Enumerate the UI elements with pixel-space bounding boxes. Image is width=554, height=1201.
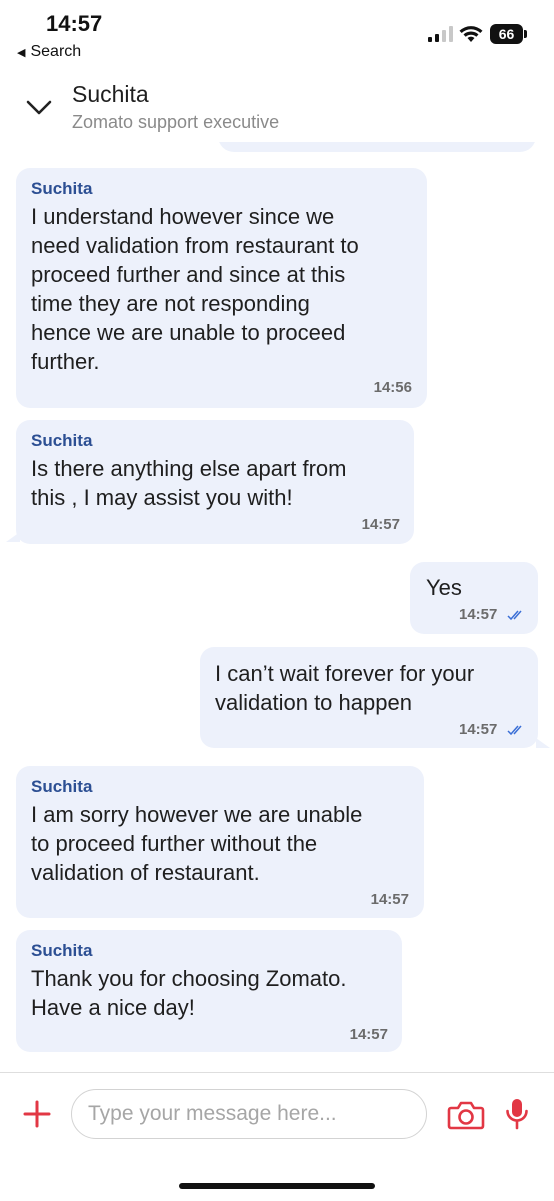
plus-icon[interactable] [22,1099,52,1129]
message-input[interactable] [71,1089,427,1139]
microphone-icon[interactable] [505,1097,529,1131]
chevron-down-icon[interactable] [24,92,54,122]
bubble-tail [536,738,550,748]
message-list[interactable]: Suchita I understand however since we ne… [0,142,554,1072]
message-time: 14:57 [370,891,409,908]
status-bar: 14:57 ◀ Search 66 [0,0,554,70]
camera-icon[interactable] [447,1099,485,1131]
contact-name: Suchita [72,81,149,107]
message-sender: Suchita [31,431,93,450]
message-bubble-outgoing[interactable]: Yes 14:57 [410,562,538,634]
message-time: 14:57 [349,1026,388,1043]
message-text: I understand however since we need valid… [31,204,359,374]
message-bubble-outgoing[interactable]: I can’t wait forever for your validation… [200,647,538,748]
battery-icon: 66 [490,24,523,44]
home-indicator[interactable] [179,1183,375,1189]
message-time: 14:56 [373,379,412,396]
contact-subtitle: Zomato support executive [72,112,280,132]
chat-header: Suchita Zomato support executive [0,70,554,143]
cellular-signal-icon [428,26,453,42]
message-bubble-incoming[interactable]: Suchita Is there anything else apart fro… [16,420,414,544]
back-to-search-link[interactable]: ◀ Search [17,43,81,61]
back-label: Search [30,43,82,60]
message-bubble-incoming[interactable]: Suchita Thank you for choosing Zomato. H… [16,930,402,1052]
message-text: Yes [426,575,462,600]
battery-nub [524,30,527,38]
composer-bar [0,1072,554,1201]
message-bubble-incoming[interactable]: Suchita I am sorry however we are unable… [16,766,424,918]
battery-level: 66 [498,26,515,42]
previous-message-bubble [218,142,536,152]
wifi-icon [459,26,483,42]
message-sender: Suchita [31,941,93,960]
message-time: 14:57 [459,721,498,738]
message-time: 14:57 [459,606,498,623]
double-check-icon [507,610,522,621]
message-text: I can’t wait forever for your validation… [215,661,475,715]
double-check-icon [507,725,522,736]
message-sender: Suchita [31,179,93,198]
message-sender: Suchita [31,777,93,796]
status-time: 14:57 [46,11,103,36]
message-bubble-incoming[interactable]: Suchita I understand however since we ne… [16,168,427,408]
message-time: 14:57 [361,516,400,533]
message-text: Thank you for choosing Zomato. Have a ni… [31,966,347,1020]
back-triangle-icon: ◀ [17,46,26,59]
message-text: I am sorry however we are unable to proc… [31,802,363,885]
message-text: Is there anything else apart from this ,… [31,456,347,510]
